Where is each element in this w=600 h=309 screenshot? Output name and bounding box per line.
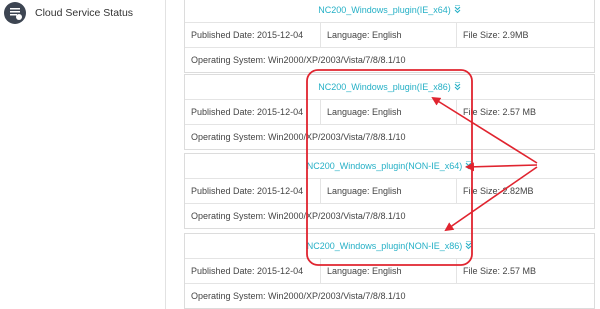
download-title-row: NC200_Windows_plugin(NON-IE_x64) <box>185 154 594 178</box>
download-link[interactable]: NC200_Windows_plugin(NON-IE_x64) <box>307 161 463 171</box>
details-row: Published Date: 2015-12-04 Language: Eng… <box>185 178 594 203</box>
operating-system: Operating System: Win2000/XP/2003/Vista/… <box>185 203 594 228</box>
download-icon[interactable] <box>465 235 472 259</box>
download-card: NC200_Windows_plugin(NON-IE_x64) Publish… <box>184 153 595 229</box>
sidebar: Cloud Service Status <box>0 0 166 309</box>
file-size: File Size: 2.57 MB <box>456 259 594 283</box>
published-date: Published Date: 2015-12-04 <box>191 266 304 276</box>
file-size: File Size: 2.57 MB <box>456 100 594 124</box>
details-row: Published Date: 2015-12-04 Language: Eng… <box>185 258 594 283</box>
download-title-row: NC200_Windows_plugin(NON-IE_x86) <box>185 234 594 258</box>
language: Language: English <box>320 259 456 283</box>
download-card: NC200_Windows_plugin(IE_x86) Published D… <box>184 74 595 150</box>
language: Language: English <box>320 179 456 203</box>
operating-system: Operating System: Win2000/XP/2003/Vista/… <box>185 283 594 308</box>
download-link[interactable]: NC200_Windows_plugin(IE_x64) <box>318 5 451 15</box>
details-row: Published Date: 2015-12-04 Language: Eng… <box>185 99 594 124</box>
download-card: NC200_Windows_plugin(IE_x64) Published D… <box>184 0 595 73</box>
file-size: File Size: 2.9MB <box>456 23 594 47</box>
details-row: Published Date: 2015-12-04 Language: Eng… <box>185 22 594 47</box>
published-date: Published Date: 2015-12-04 <box>191 30 304 40</box>
file-size: File Size: 2.82MB <box>456 179 594 203</box>
language: Language: English <box>320 23 456 47</box>
published-date: Published Date: 2015-12-04 <box>191 186 304 196</box>
operating-system: Operating System: Win2000/XP/2003/Vista/… <box>185 47 594 72</box>
download-icon[interactable] <box>454 76 461 100</box>
download-title-row: NC200_Windows_plugin(IE_x86) <box>185 75 594 99</box>
download-link[interactable]: NC200_Windows_plugin(NON-IE_x86) <box>307 241 463 251</box>
published-date: Published Date: 2015-12-04 <box>191 107 304 117</box>
download-card: NC200_Windows_plugin(NON-IE_x86) Publish… <box>184 233 595 309</box>
download-link[interactable]: NC200_Windows_plugin(IE_x86) <box>318 82 451 92</box>
download-icon[interactable] <box>454 0 461 23</box>
download-icon[interactable] <box>465 155 472 179</box>
cloud-status-icon <box>4 2 26 24</box>
operating-system: Operating System: Win2000/XP/2003/Vista/… <box>185 124 594 149</box>
language: Language: English <box>320 100 456 124</box>
download-title-row: NC200_Windows_plugin(IE_x64) <box>185 0 594 22</box>
sidebar-item-cloud-service-status[interactable]: Cloud Service Status <box>4 2 133 24</box>
sidebar-item-label: Cloud Service Status <box>35 7 134 19</box>
